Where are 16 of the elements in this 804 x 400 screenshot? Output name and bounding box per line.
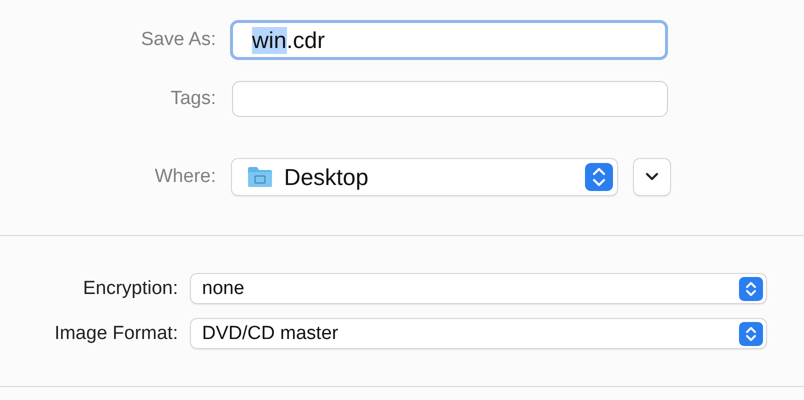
- where-label: Where:: [154, 166, 216, 188]
- option-popup[interactable]: none: [190, 273, 767, 304]
- stepper-icon: [739, 322, 763, 346]
- folder-icon: [247, 166, 273, 188]
- location-popup[interactable]: Desktop: [231, 158, 618, 196]
- file-name-field[interactable]: win.cdr: [230, 20, 668, 60]
- tags-label: Tags:: [170, 88, 216, 110]
- expand-button[interactable]: [633, 158, 671, 196]
- option-label: Encryption:: [82, 278, 178, 300]
- stepper-icon: [585, 163, 613, 191]
- option-popup[interactable]: DVD/CD master: [190, 318, 767, 349]
- option-label: Image Format:: [53, 322, 178, 344]
- tags-field[interactable]: [232, 81, 668, 117]
- stepper-icon: [739, 276, 763, 300]
- chevron-down-icon: [645, 172, 659, 182]
- save-as-label: Save As:: [140, 29, 216, 51]
